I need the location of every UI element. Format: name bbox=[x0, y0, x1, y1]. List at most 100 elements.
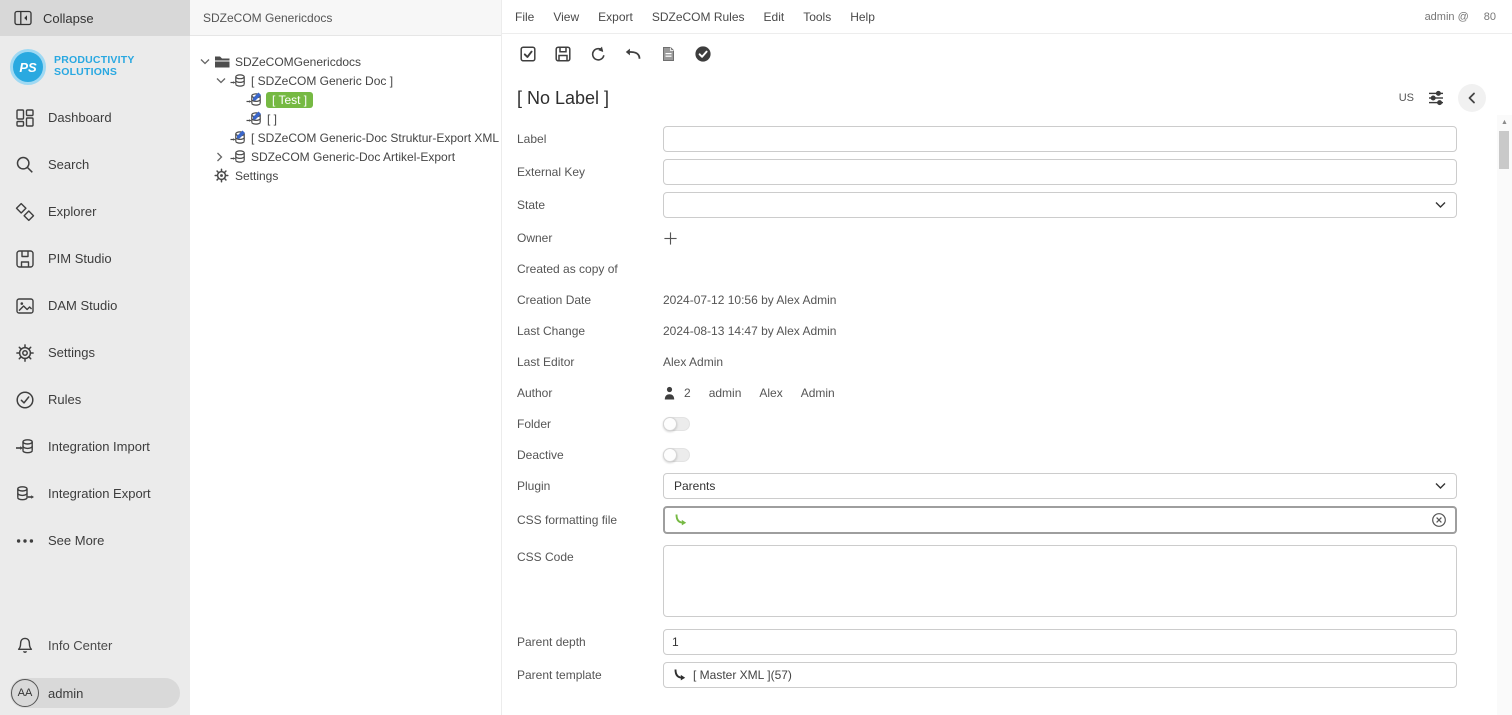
chevron-down-icon bbox=[1435, 482, 1446, 490]
generic-doc-edit-icon bbox=[246, 92, 265, 107]
reference-arrow-icon bbox=[673, 513, 687, 527]
sidebar-item-pim-studio[interactable]: PIM Studio bbox=[0, 235, 190, 282]
sidebar-item-dam-studio[interactable]: DAM Studio bbox=[0, 282, 190, 329]
clear-icon[interactable] bbox=[1431, 512, 1447, 528]
dam-studio-icon bbox=[15, 296, 35, 316]
tree-node-empty[interactable]: [ ] bbox=[190, 109, 501, 128]
plugin-select[interactable]: Parents bbox=[663, 473, 1457, 499]
author-row[interactable]: 2 admin Alex Admin bbox=[663, 386, 835, 400]
sidebar-footer: Info Center AA admin bbox=[0, 630, 190, 715]
copy-document-button[interactable] bbox=[655, 41, 681, 67]
label-input[interactable] bbox=[663, 126, 1457, 152]
folder-toggle[interactable] bbox=[663, 417, 690, 431]
sidebar-item-integration-export[interactable]: Integration Export bbox=[0, 470, 190, 517]
tree-node-test[interactable]: [ Test ] bbox=[190, 90, 501, 109]
explorer-icon bbox=[15, 202, 35, 222]
vertical-scrollbar[interactable]: ▲ bbox=[1497, 115, 1512, 715]
user-name: admin bbox=[48, 685, 84, 701]
tree-node-generic-doc[interactable]: [ SDZeCOM Generic Doc ] bbox=[190, 71, 501, 90]
sidebar-item-dashboard[interactable]: Dashboard bbox=[0, 94, 190, 141]
add-owner-button[interactable] bbox=[663, 231, 678, 246]
undo-icon bbox=[625, 48, 641, 59]
sidebar-item-label: Integration Import bbox=[48, 439, 150, 454]
person-icon bbox=[663, 386, 676, 400]
sidebar-item-info-center[interactable]: Info Center bbox=[0, 630, 190, 660]
tree-node-settings[interactable]: Settings bbox=[190, 166, 501, 185]
menu-tools[interactable]: Tools bbox=[803, 10, 831, 24]
external-key-input[interactable] bbox=[663, 159, 1457, 185]
bell-icon bbox=[15, 635, 35, 655]
pim-studio-icon bbox=[15, 249, 35, 269]
field-label: Owner bbox=[517, 231, 553, 245]
save-all-icon bbox=[520, 46, 536, 62]
menu-help[interactable]: Help bbox=[850, 10, 875, 24]
scrollbar-thumb[interactable] bbox=[1499, 131, 1509, 169]
collapse-label: Collapse bbox=[43, 10, 94, 26]
locale-label[interactable]: US bbox=[1399, 92, 1414, 104]
gear-icon bbox=[214, 168, 233, 183]
sidebar-item-settings[interactable]: Settings bbox=[0, 329, 190, 376]
tree-node-selected-label: [ Test ] bbox=[266, 91, 314, 108]
chevron-down-icon[interactable] bbox=[216, 77, 230, 84]
field-label: Deactive bbox=[517, 448, 564, 462]
page-title: [ No Label ] bbox=[517, 87, 610, 108]
logo-text: PRODUCTIVITY SOLUTIONS bbox=[54, 54, 135, 78]
user-menu[interactable]: AA admin bbox=[10, 678, 180, 708]
sidebar-item-label: Integration Export bbox=[48, 486, 151, 501]
undo-button[interactable] bbox=[620, 41, 646, 67]
css-code-textarea[interactable] bbox=[663, 545, 1457, 617]
sidebar-nav: Dashboard Search Explorer PIM Studio DAM… bbox=[0, 94, 190, 564]
search-icon bbox=[15, 155, 35, 175]
author-entry: Admin bbox=[800, 386, 835, 400]
parent-template-input[interactable]: [ Master XML ](57) bbox=[663, 662, 1457, 688]
sidebar-item-label: Dashboard bbox=[48, 110, 112, 125]
chevron-down-icon[interactable] bbox=[200, 58, 214, 65]
menu-file[interactable]: File bbox=[515, 10, 534, 24]
sidebar-item-integration-import[interactable]: Integration Import bbox=[0, 423, 190, 470]
tree-node-struktur-export[interactable]: [ SDZeCOM Generic-Doc Struktur-Export XM… bbox=[190, 128, 505, 147]
field-label: Parent template bbox=[517, 668, 602, 682]
tree: SDZeCOMGenericdocs [ SDZeCOM Generic Doc… bbox=[190, 36, 505, 185]
deactive-toggle[interactable] bbox=[663, 448, 690, 462]
generic-doc-edit-icon bbox=[246, 111, 265, 126]
folder-open-icon bbox=[214, 55, 233, 69]
generic-doc-icon bbox=[230, 73, 249, 88]
reload-button[interactable] bbox=[585, 41, 611, 67]
css-formatting-file-input[interactable] bbox=[663, 506, 1457, 534]
reload-icon bbox=[591, 46, 605, 61]
menu-view[interactable]: View bbox=[553, 10, 579, 24]
field-label: Author bbox=[517, 386, 553, 400]
chevron-down-icon bbox=[1435, 201, 1446, 209]
filter-sliders-icon[interactable] bbox=[1427, 89, 1445, 107]
menu-edit[interactable]: Edit bbox=[764, 10, 785, 24]
tree-node-root[interactable]: SDZeCOMGenericdocs bbox=[190, 52, 501, 71]
plus-icon bbox=[664, 231, 677, 245]
author-count: 2 bbox=[684, 386, 691, 400]
tree-node-artikel-export[interactable]: SDZeCOM Generic-Doc Artikel-Export bbox=[190, 147, 501, 166]
collapse-button[interactable]: Collapse bbox=[0, 0, 190, 36]
sidebar-item-search[interactable]: Search bbox=[0, 141, 190, 188]
last-editor-value: Alex Admin bbox=[663, 355, 724, 369]
scroll-up-arrow[interactable]: ▲ bbox=[1497, 115, 1512, 129]
field-label: CSS formatting file bbox=[517, 513, 618, 527]
field-label: Parent depth bbox=[517, 635, 586, 649]
sidebar-item-rules[interactable]: Rules bbox=[0, 376, 190, 423]
ellipsis-icon bbox=[15, 531, 35, 551]
approve-button[interactable] bbox=[690, 41, 716, 67]
save-all-button[interactable] bbox=[515, 41, 541, 67]
parent-depth-input[interactable] bbox=[663, 629, 1457, 655]
collapse-panel-button[interactable] bbox=[1458, 84, 1486, 112]
state-select[interactable] bbox=[663, 192, 1457, 218]
sidebar-item-see-more[interactable]: See More bbox=[0, 517, 190, 564]
tree-panel: SDZeCOM Genericdocs SDZeCOMGenericdocs [… bbox=[190, 0, 505, 715]
field-label: Created as copy of bbox=[517, 262, 618, 276]
avatar: AA bbox=[11, 679, 39, 707]
sidebar-item-explorer[interactable]: Explorer bbox=[0, 188, 190, 235]
field-label: Last Editor bbox=[517, 355, 575, 369]
save-button[interactable] bbox=[550, 41, 576, 67]
save-icon bbox=[555, 46, 571, 62]
menu-export[interactable]: Export bbox=[598, 10, 633, 24]
sidebar-item-label: Search bbox=[48, 157, 90, 172]
chevron-right-icon[interactable] bbox=[216, 152, 230, 162]
menu-sdzecom-rules[interactable]: SDZeCOM Rules bbox=[652, 10, 745, 24]
